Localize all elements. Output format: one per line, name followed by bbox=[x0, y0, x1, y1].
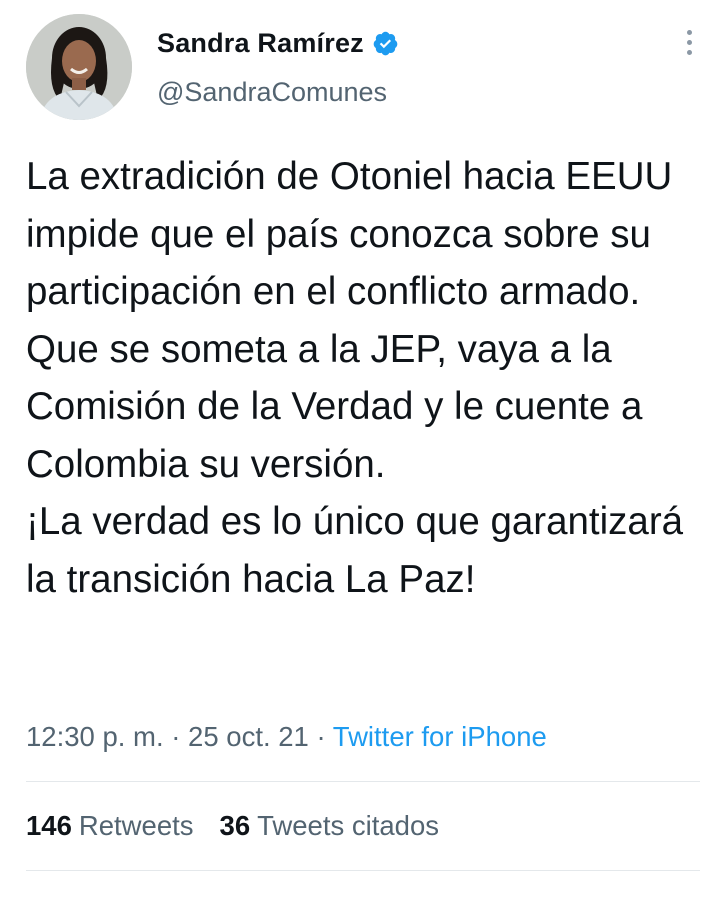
tweet-text-second: ¡La verdad es lo único que garantizará l… bbox=[26, 500, 684, 601]
avatar-image bbox=[26, 14, 132, 120]
more-vertical-icon[interactable] bbox=[682, 30, 696, 62]
tweet-text: La extradición de Otoniel hacia EEUU imp… bbox=[26, 148, 706, 608]
tweet-stats: 146 Retweets 36 Tweets citados bbox=[26, 810, 439, 842]
verified-badge-icon bbox=[372, 30, 399, 57]
meta-separator: · bbox=[163, 721, 189, 752]
tweet-time[interactable]: 12:30 p. m. bbox=[26, 721, 164, 752]
retweets-count: 146 bbox=[26, 810, 72, 841]
tweet: Sandra Ramírez @SandraComunes La extradi… bbox=[0, 0, 726, 900]
name-row: Sandra Ramírez bbox=[157, 28, 399, 59]
retweets-stat[interactable]: 146 Retweets bbox=[26, 810, 194, 842]
retweets-label: Retweets bbox=[78, 810, 194, 841]
quote-tweets-label: Tweets citados bbox=[257, 810, 440, 841]
tweet-meta: 12:30 p. m. · 25 oct. 21 · Twitter for i… bbox=[26, 721, 547, 753]
tweet-text-main: La extradición de Otoniel hacia EEUU imp… bbox=[26, 155, 673, 486]
quote-tweets-stat[interactable]: 36 Tweets citados bbox=[220, 810, 440, 842]
divider bbox=[26, 870, 700, 871]
divider bbox=[26, 781, 700, 782]
tweet-date[interactable]: 25 oct. 21 bbox=[188, 721, 309, 752]
avatar[interactable] bbox=[26, 14, 132, 120]
quote-tweets-count: 36 bbox=[219, 810, 251, 841]
display-name[interactable]: Sandra Ramírez bbox=[157, 28, 364, 59]
meta-separator: · bbox=[308, 721, 333, 752]
tweet-source-link[interactable]: Twitter for iPhone bbox=[333, 721, 547, 752]
handle[interactable]: @SandraComunes bbox=[157, 77, 387, 108]
